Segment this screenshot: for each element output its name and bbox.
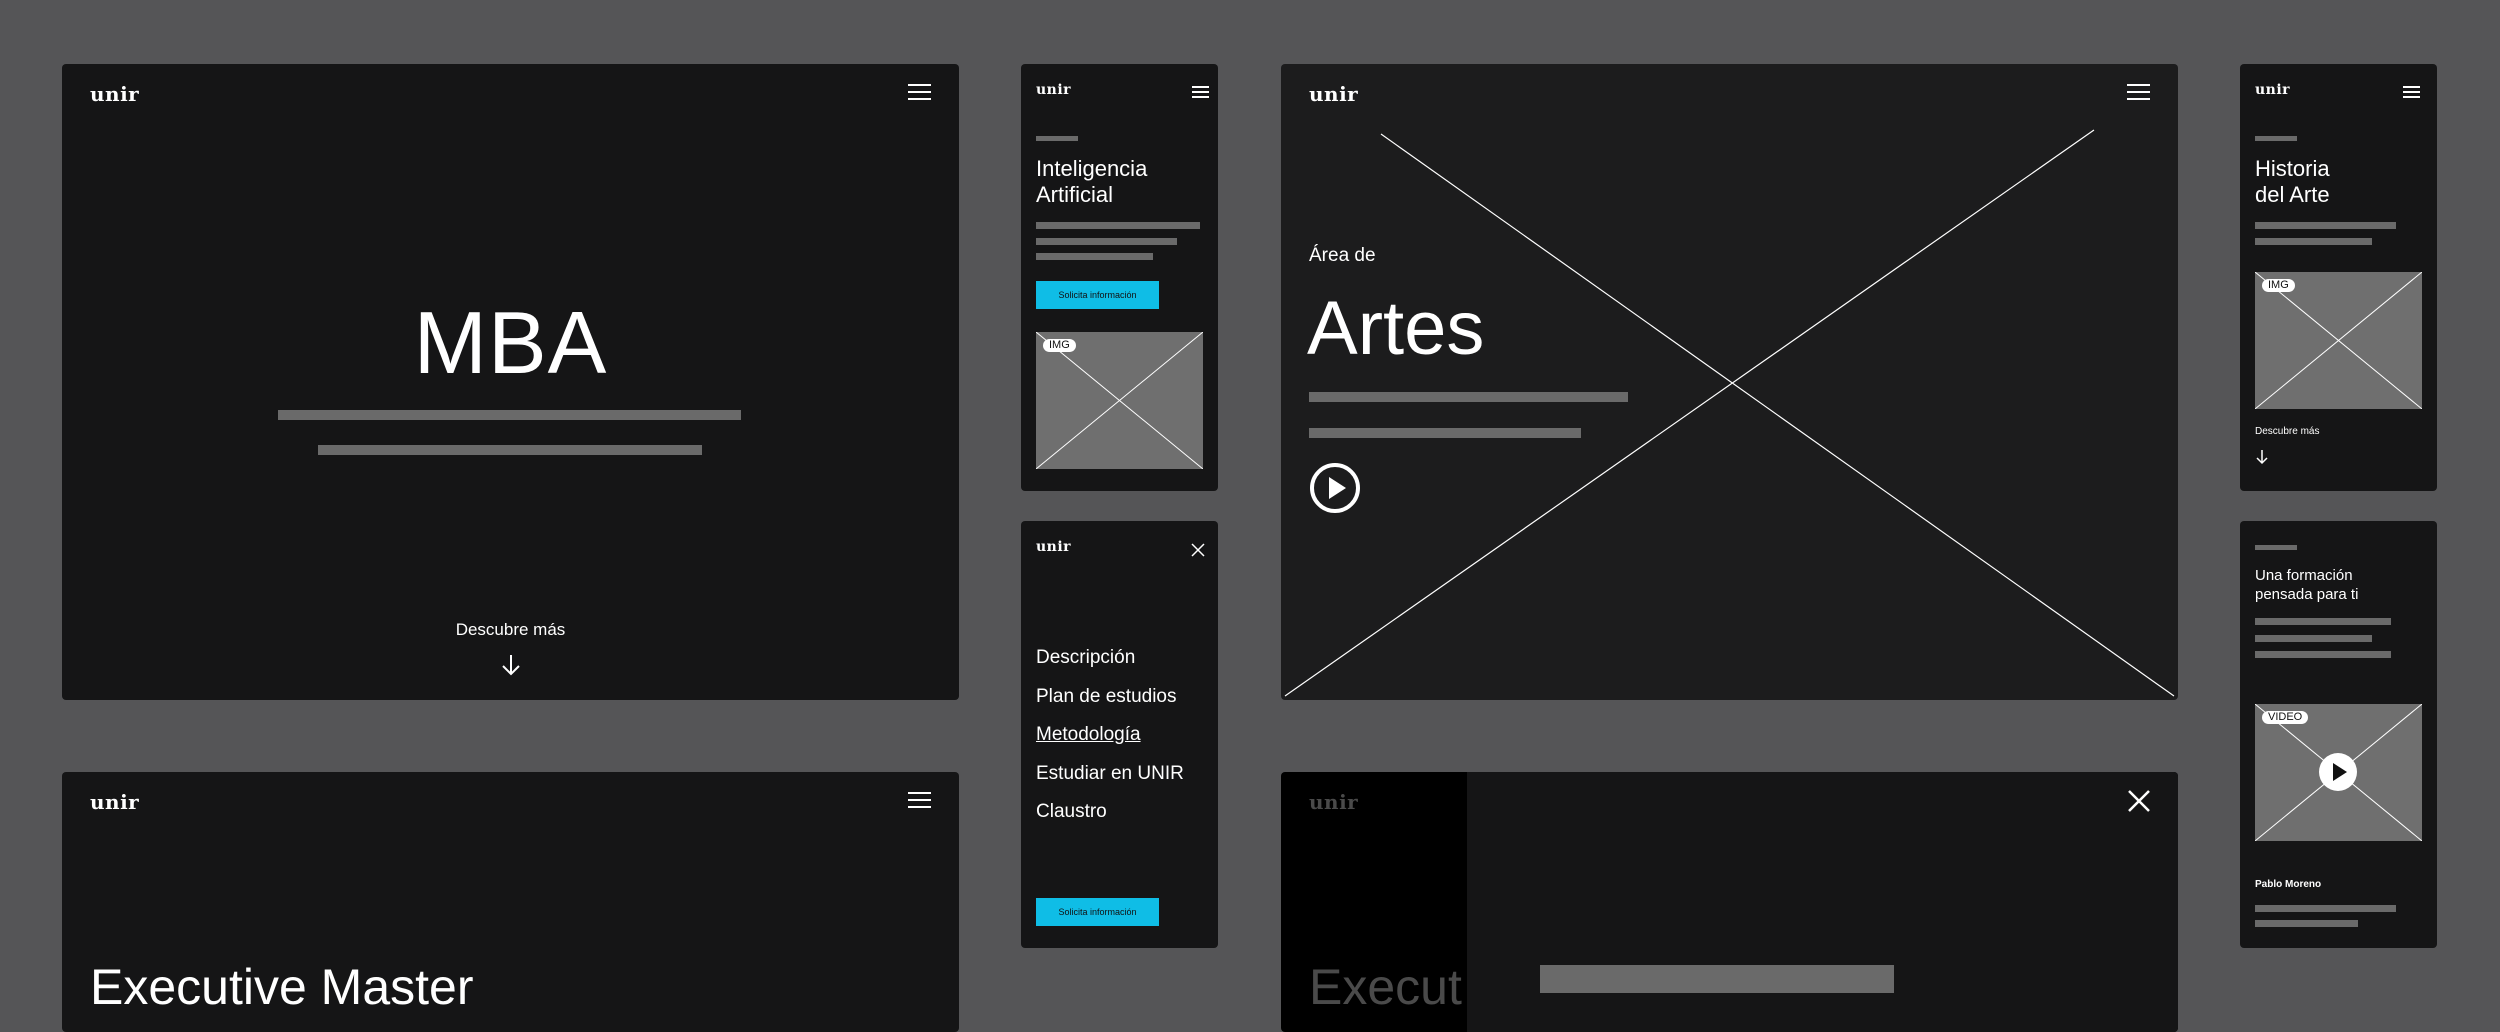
- ia-mobile-frame: unir Inteligencia Artificial Solicita in…: [1021, 64, 1218, 491]
- text-placeholder-bar: [1309, 428, 1581, 438]
- overlay-panel: [1467, 772, 2178, 1032]
- menu-item-descripcion[interactable]: Descripción: [1036, 647, 1135, 669]
- arrow-down-icon[interactable]: [2255, 449, 2269, 465]
- discover-more-link[interactable]: Descubre más: [62, 620, 959, 640]
- text-placeholder-bar: [2255, 651, 2391, 658]
- play-icon[interactable]: [2318, 752, 2358, 792]
- page-title: Execut: [1309, 959, 1462, 1015]
- menu-item-metodologia[interactable]: Metodología: [1036, 724, 1141, 746]
- mba-desktop-frame: unir MBA Descubre más: [62, 64, 959, 700]
- hamburger-menu-icon[interactable]: [2127, 84, 2150, 100]
- text-placeholder-bar: [2255, 635, 2372, 642]
- text-placeholder-bar: [2255, 222, 2396, 229]
- menu-item-estudiar-en-unir[interactable]: Estudiar en UNIR: [1036, 763, 1184, 785]
- menu-item-plan-de-estudios[interactable]: Plan de estudios: [1036, 686, 1177, 708]
- request-info-button[interactable]: Solicita información: [1036, 281, 1159, 309]
- video-placeholder[interactable]: VIDEO: [2255, 704, 2422, 841]
- image-tag: IMG: [2262, 279, 2295, 292]
- page-title-line2: Artificial: [1036, 182, 1114, 207]
- unir-logo[interactable]: unir: [90, 790, 139, 814]
- text-placeholder-bar: [2255, 920, 2358, 927]
- request-info-button[interactable]: Solicita información: [1036, 898, 1159, 926]
- page-title: Executive Master: [90, 959, 474, 1015]
- eyebrow-bar: [1036, 136, 1078, 141]
- historia-mobile-frame: unir Historia del Arte IMG Descubre más: [2240, 64, 2437, 491]
- text-placeholder-bar: [1036, 222, 1200, 229]
- unir-logo[interactable]: unir: [1036, 539, 1071, 555]
- hamburger-menu-icon[interactable]: [2403, 86, 2420, 98]
- page-title-line1: Historia: [2255, 156, 2330, 181]
- artes-desktop-frame: unir Área de Artes: [1281, 64, 2178, 700]
- close-icon[interactable]: [1191, 543, 1205, 557]
- page-title: MBA: [413, 293, 608, 392]
- page-title-line2: del Arte: [2255, 182, 2330, 207]
- executive-overlay-frame: unir Execut: [1281, 772, 2178, 1032]
- menu-mobile-frame: unir Descripción Plan de estudios Metodo…: [1021, 521, 1218, 948]
- unir-logo[interactable]: unir: [1309, 82, 1358, 106]
- text-placeholder-bar: [1036, 238, 1177, 245]
- text-placeholder-bar: [2255, 905, 2396, 912]
- video-tag: VIDEO: [2262, 711, 2309, 724]
- image-placeholder: IMG: [1036, 332, 1203, 469]
- eyebrow-bar: [2255, 136, 2297, 141]
- page-title: Artes: [1307, 286, 1485, 371]
- hero-kicker: Área de: [1309, 245, 1376, 266]
- author-name: Pablo Moreno: [2255, 879, 2322, 890]
- unir-logo[interactable]: unir: [90, 82, 139, 106]
- section-title-line2: pensada para ti: [2255, 586, 2359, 603]
- hamburger-menu-icon[interactable]: [1192, 86, 1209, 98]
- text-placeholder-bar: [2255, 618, 2391, 625]
- executive-desktop-frame: unir Executive Master: [62, 772, 959, 1032]
- close-icon[interactable]: [2127, 789, 2151, 813]
- unir-logo: unir: [1309, 790, 1359, 814]
- image-placeholder: IMG: [2255, 272, 2422, 409]
- unir-logo[interactable]: unir: [1036, 82, 1071, 98]
- image-tag: IMG: [1043, 339, 1076, 352]
- discover-more-link[interactable]: Descubre más: [2255, 426, 2319, 437]
- hamburger-menu-icon[interactable]: [908, 792, 931, 808]
- hamburger-menu-icon[interactable]: [908, 84, 931, 100]
- page-title-line1: Inteligencia: [1036, 156, 1148, 181]
- menu-item-claustro[interactable]: Claustro: [1036, 801, 1107, 823]
- play-icon[interactable]: [1309, 462, 1361, 514]
- section-title-line1: Una formación: [2255, 567, 2353, 584]
- formacion-mobile-frame: Una formación pensada para ti VIDEO Pabl…: [2240, 521, 2437, 948]
- unir-logo[interactable]: unir: [2255, 82, 2290, 98]
- text-placeholder-bar: [1540, 965, 1894, 993]
- text-placeholder-bar: [278, 410, 741, 420]
- hero-image-placeholder: [1284, 129, 2175, 697]
- text-placeholder-bar: [2255, 238, 2372, 245]
- text-placeholder-bar: [318, 445, 702, 455]
- text-placeholder-bar: [1309, 392, 1628, 402]
- eyebrow-bar: [2255, 545, 2297, 550]
- text-placeholder-bar: [1036, 253, 1153, 260]
- arrow-down-icon[interactable]: [501, 654, 521, 676]
